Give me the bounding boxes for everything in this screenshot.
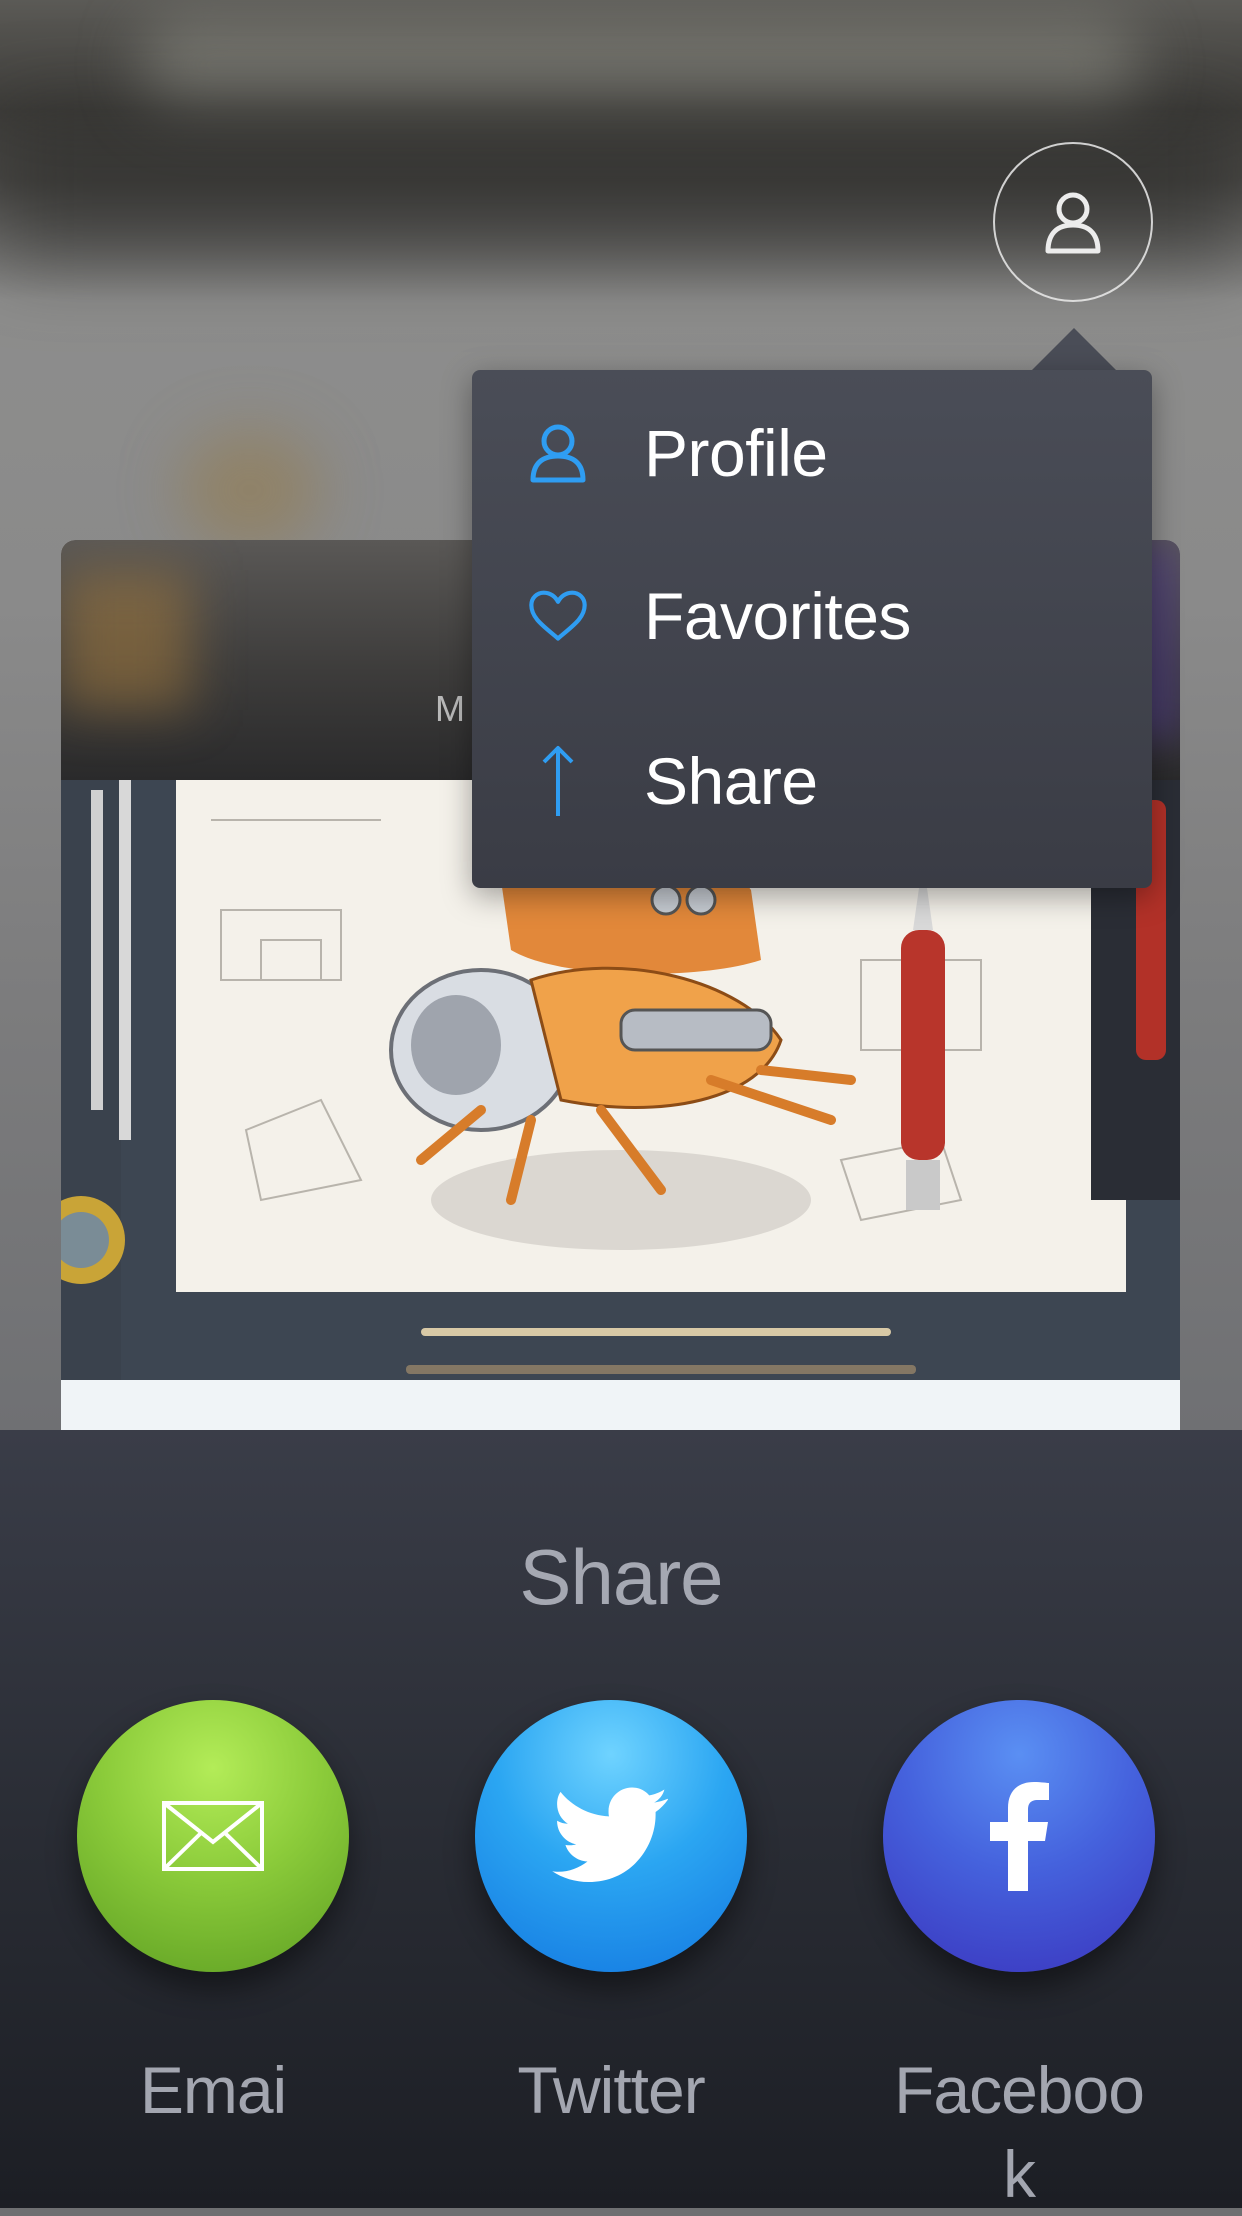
menu-item-label: Share (644, 743, 818, 818)
facebook-share-button[interactable] (883, 1700, 1155, 1972)
share-sheet-title: Share (519, 1533, 723, 1621)
heart-icon (528, 581, 588, 651)
facebook-share-label-text: Faceboo k (894, 2053, 1145, 2211)
envelope-icon (162, 1801, 264, 1871)
arrow-up-icon (528, 745, 588, 816)
menu-item-favorites[interactable]: Favorites (472, 533, 1152, 698)
twitter-share-button[interactable] (475, 1700, 747, 1972)
card-header-text: M (435, 688, 465, 729)
share-sheet: Share Emai Twitter Faceboo k (0, 1430, 1242, 2211)
dropdown-pointer (1030, 328, 1118, 372)
twitter-bird-icon (552, 1787, 668, 1883)
email-share-label: Emai (139, 2053, 287, 2127)
user-icon (1045, 192, 1101, 254)
twitter-share-label: Twitter (517, 2053, 705, 2127)
facebook-icon (990, 1782, 1049, 1891)
background-blur-shape (140, 20, 1140, 110)
profile-button[interactable] (993, 142, 1153, 302)
background-blur-shape (180, 430, 320, 550)
user-icon (528, 418, 588, 488)
menu-item-share[interactable]: Share (472, 698, 1152, 863)
menu-item-label: Favorites (644, 578, 911, 653)
menu-item-profile[interactable]: Profile (472, 370, 1152, 535)
menu-item-label: Profile (644, 415, 828, 490)
card-header-blur (61, 570, 191, 710)
dropdown-menu: Profile Favorites Share (472, 370, 1152, 888)
email-share-button[interactable] (77, 1700, 349, 1972)
facebook-share-label: Faceboo k (869, 2048, 1169, 2216)
